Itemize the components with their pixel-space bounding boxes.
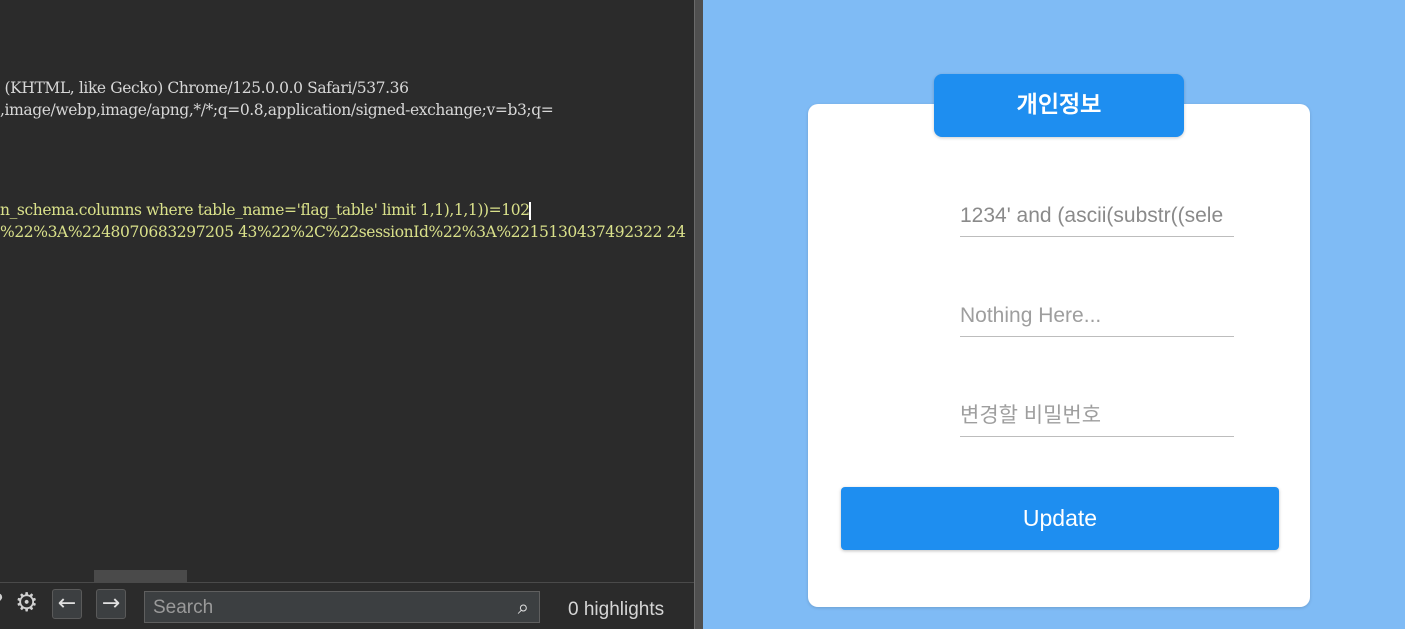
request-line-highlighted: %22%3A%2248070683297205 43%22%2C%22sessi…	[0, 223, 686, 241]
arrow-right-icon: →	[101, 591, 121, 616]
request-line: (KHTML, like Gecko) Chrome/125.0.0.0 Saf…	[0, 79, 409, 97]
search-box: ⌕	[144, 591, 540, 623]
update-button[interactable]: Update	[841, 487, 1279, 550]
arrow-left-icon: ←	[57, 591, 77, 616]
request-text-area[interactable]: (KHTML, like Gecko) Chrome/125.0.0.0 Saf…	[0, 0, 694, 580]
search-input[interactable]	[151, 594, 495, 622]
request-line: ,image/webp,image/apng,*/*;q=0.8,applica…	[0, 101, 554, 119]
request-editor-panel: (KHTML, like Gecko) Chrome/125.0.0.0 Saf…	[0, 0, 694, 629]
id-field[interactable]	[960, 196, 1234, 237]
gear-icon[interactable]: ⚙	[15, 590, 38, 616]
request-line-text: n_schema.columns where table_name='flag_…	[0, 201, 530, 219]
nothing-here-field[interactable]	[960, 296, 1234, 337]
pane-splitter[interactable]	[694, 0, 703, 629]
horizontal-scrollbar-thumb[interactable]	[94, 570, 187, 582]
previous-match-button[interactable]: ←	[52, 589, 82, 619]
help-icon[interactable]: ?	[0, 591, 4, 616]
request-line-highlighted: n_schema.columns where table_name='flag_…	[0, 200, 531, 220]
highlights-count: 0 highlights	[568, 599, 665, 620]
web-page-view: 개인정보 Update	[703, 0, 1405, 629]
new-password-field[interactable]	[960, 396, 1234, 437]
search-icon[interactable]: ⌕	[518, 595, 529, 619]
form-title: 개인정보	[934, 74, 1184, 137]
text-caret	[528, 202, 531, 220]
next-match-button[interactable]: →	[96, 589, 126, 619]
search-toolbar: ? ⚙ ← → ⌕ 0 highlights	[0, 583, 694, 629]
